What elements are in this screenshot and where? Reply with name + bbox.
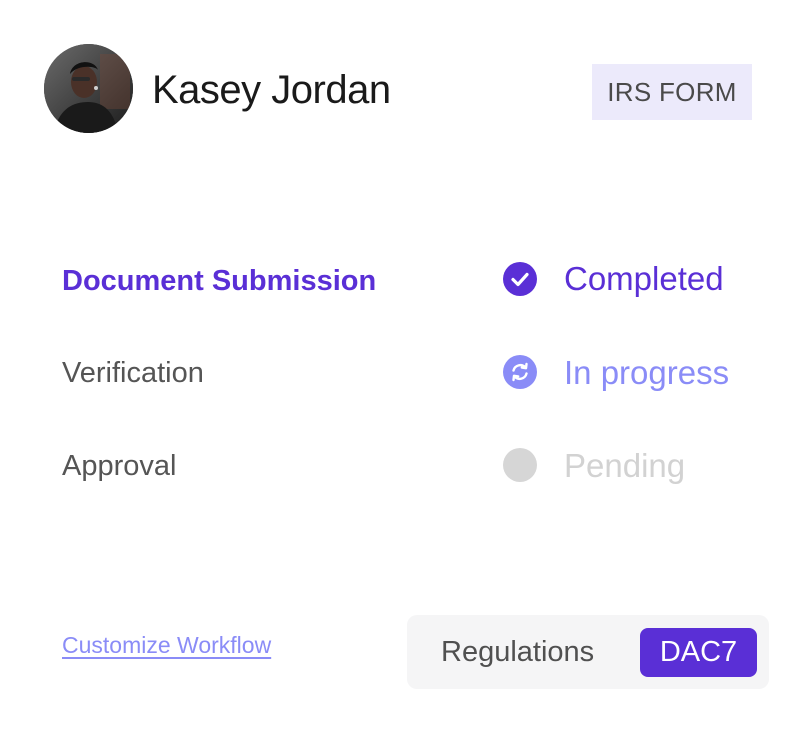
status-in-progress: In progress (564, 354, 730, 391)
step-label-verification: Verification (62, 357, 204, 389)
regulation-tag-dac7[interactable]: DAC7 (640, 628, 757, 677)
form-type-badge: IRS FORM (592, 64, 752, 120)
refresh-icon (503, 355, 537, 389)
customize-workflow-link[interactable]: Customize Workflow (62, 629, 271, 661)
circle-icon (503, 448, 537, 482)
step-label-approval: Approval (62, 450, 177, 482)
status-pending: Pending (564, 447, 686, 484)
regulations-label: Regulations (441, 636, 595, 668)
user-name: Kasey Jordan (152, 68, 391, 112)
avatar (44, 44, 133, 133)
regulations-panel: Regulations DAC7 (407, 615, 769, 689)
check-icon (503, 262, 537, 296)
status-completed: Completed (564, 260, 724, 297)
step-label-document-submission: Document Submission (62, 265, 377, 297)
